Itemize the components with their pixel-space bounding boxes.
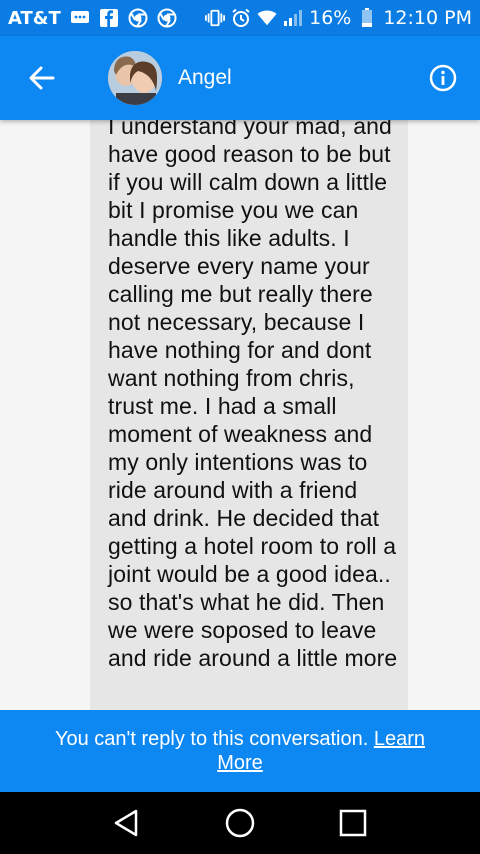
nav-back-button[interactable]	[107, 803, 147, 843]
chrome-icon	[128, 8, 148, 28]
battery-icon	[357, 8, 377, 28]
signal-icon	[283, 8, 303, 28]
banner-text: You can't reply to this conversation.	[55, 728, 369, 750]
status-bar: AT&T 16% 12:10 PM	[0, 0, 480, 36]
app-bar: Angel	[0, 36, 480, 120]
nav-home-button[interactable]	[220, 803, 260, 843]
back-button[interactable]	[22, 58, 62, 98]
clock: 12:10 PM	[383, 7, 472, 29]
alarm-icon	[231, 8, 251, 28]
wifi-icon	[257, 8, 277, 28]
back-arrow-icon	[29, 66, 55, 90]
system-nav-bar	[0, 792, 480, 854]
info-icon	[429, 64, 457, 92]
messages-icon	[70, 8, 90, 28]
contact-name[interactable]: Angel	[178, 66, 232, 90]
nav-recents-button[interactable]	[333, 803, 373, 843]
facebook-icon	[99, 8, 119, 28]
conversation-view[interactable]: I understand your mad, and have good rea…	[0, 120, 480, 710]
circle-home-icon	[225, 808, 255, 838]
square-recents-icon	[340, 809, 367, 837]
info-button[interactable]	[428, 63, 458, 93]
carrier-label: AT&T	[8, 7, 61, 29]
chrome-icon	[157, 8, 177, 28]
triangle-back-icon	[114, 809, 137, 837]
message-text: I understand your mad, and have good rea…	[108, 120, 398, 671]
cant-reply-banner: You can't reply to this conversation. Le…	[0, 710, 480, 792]
avatar[interactable]	[108, 51, 162, 105]
battery-percent: 16%	[309, 7, 352, 29]
profile-photo	[108, 51, 162, 105]
vibrate-icon	[205, 8, 226, 28]
message-bubble[interactable]: I understand your mad, and have good rea…	[90, 120, 408, 710]
